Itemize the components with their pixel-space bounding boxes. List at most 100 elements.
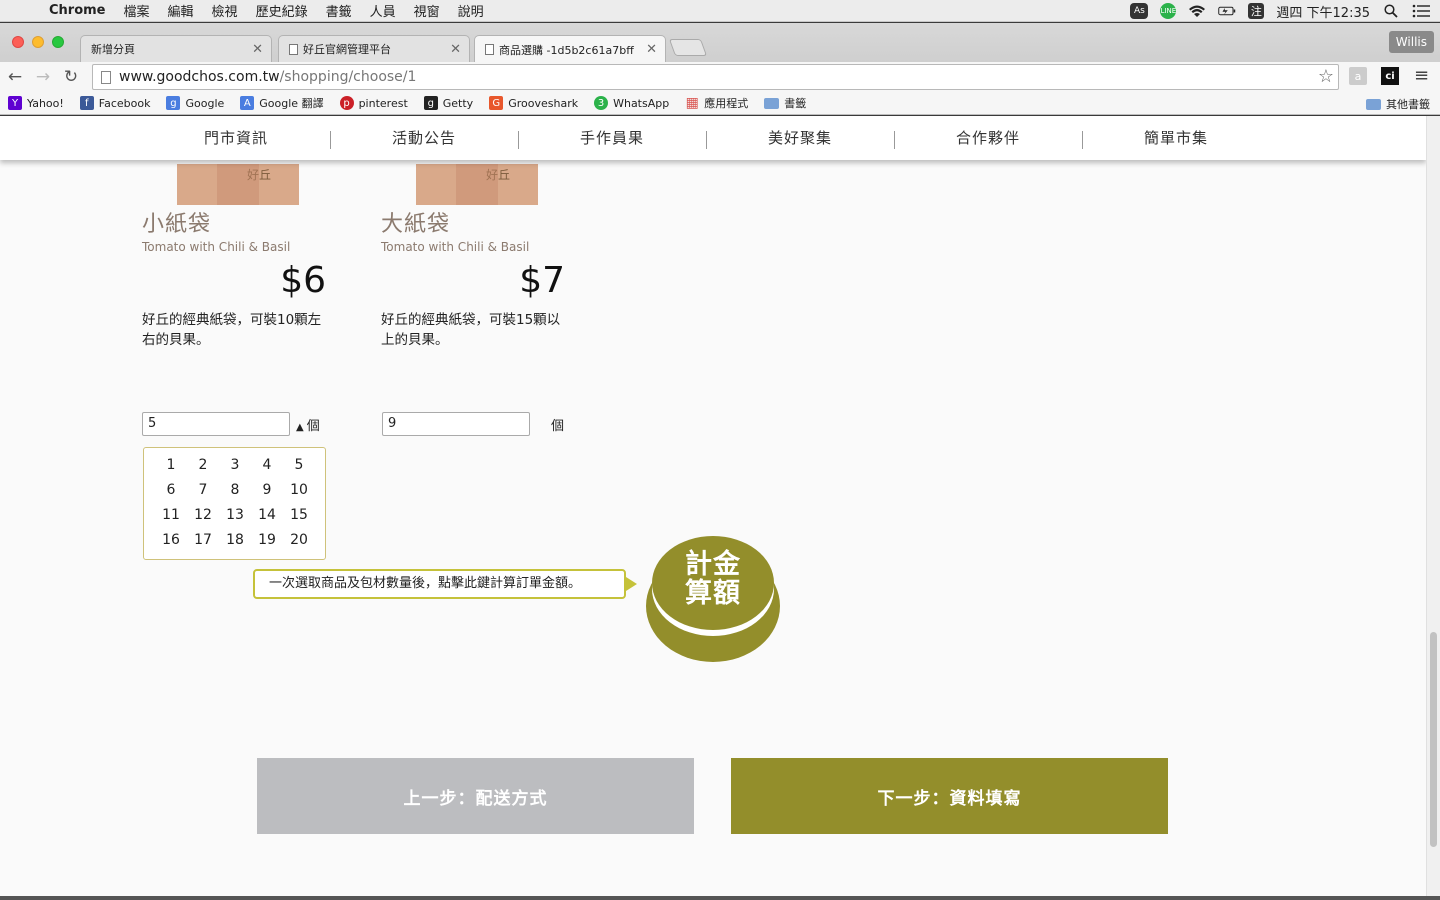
reload-icon[interactable]: ↻ xyxy=(58,67,84,87)
menu-file[interactable]: 檔案 xyxy=(115,1,159,20)
window-bottom-edge xyxy=(0,896,1440,900)
picker-option[interactable]: 4 xyxy=(251,457,283,482)
window-zoom-button[interactable] xyxy=(52,36,64,48)
nav-announcements[interactable]: 活動公告 xyxy=(330,116,518,160)
line-icon[interactable]: LINE xyxy=(1160,3,1177,19)
calculate-total-button[interactable]: 計金 算額 xyxy=(646,536,780,664)
bookmark-facebook[interactable]: f Facebook xyxy=(79,96,150,110)
picker-option[interactable]: 1 xyxy=(155,457,187,482)
tab-close-icon[interactable]: ✕ xyxy=(252,42,263,57)
menu-history[interactable]: 歷史紀錄 xyxy=(247,1,317,20)
picker-option[interactable]: 17 xyxy=(187,532,219,557)
other-bookmarks[interactable]: 其他書籤 xyxy=(1366,96,1430,112)
chrome-menu-icon[interactable]: ≡ xyxy=(1414,65,1429,86)
extension-a-icon[interactable]: a xyxy=(1349,67,1367,85)
tab-admin-platform[interactable]: 好丘官網管理平台 ✕ xyxy=(278,35,470,62)
next-step-button[interactable]: 下一步：資料填寫 xyxy=(731,758,1168,834)
tab-close-icon[interactable]: ✕ xyxy=(646,42,657,57)
picker-option[interactable]: 20 xyxy=(283,532,315,557)
bookmark-label: Getty xyxy=(442,96,474,110)
bookmark-apps[interactable]: ▦ 應用程式 xyxy=(685,95,749,111)
notification-center-icon[interactable] xyxy=(1412,3,1430,19)
back-arrow-icon[interactable]: ← xyxy=(2,67,28,87)
wifi-icon[interactable] xyxy=(1188,3,1206,19)
new-tab-button[interactable] xyxy=(668,39,708,56)
tab-close-icon[interactable]: ✕ xyxy=(450,42,461,57)
as-icon[interactable]: As xyxy=(1130,3,1149,19)
picker-option[interactable]: 3 xyxy=(219,457,251,482)
picker-option[interactable]: 2 xyxy=(187,457,219,482)
nav-gatherings[interactable]: 美好聚集 xyxy=(706,116,894,160)
calc-button-label: 計金 算額 xyxy=(646,550,780,608)
bookmark-google-translate[interactable]: A Google 翻譯 xyxy=(240,95,324,111)
dropdown-arrow-up-icon[interactable]: ▲ xyxy=(296,422,304,433)
bookmark-google[interactable]: g Google xyxy=(166,96,224,110)
bookmark-getty[interactable]: g Getty xyxy=(423,96,474,110)
bookmark-folder[interactable]: 書籤 xyxy=(764,95,806,111)
picker-option[interactable]: 12 xyxy=(187,507,219,532)
picker-option[interactable]: 8 xyxy=(219,482,251,507)
product-price: $7 xyxy=(519,260,565,301)
bookmark-star-icon[interactable]: ☆ xyxy=(1318,66,1334,87)
picker-option[interactable]: 15 xyxy=(283,507,315,532)
menubar-status-area: As LINE 注 週四 下午12:35 xyxy=(1130,0,1430,22)
bookmark-grooveshark[interactable]: G Grooveshark xyxy=(489,96,578,110)
profile-button[interactable]: Willis xyxy=(1388,31,1434,53)
page-scrollbar[interactable] xyxy=(1426,116,1440,896)
battery-icon[interactable] xyxy=(1218,3,1236,19)
product-image: 好丘 xyxy=(416,164,538,205)
picker-option[interactable]: 9 xyxy=(251,482,283,507)
picker-option[interactable]: 19 xyxy=(251,532,283,557)
picker-option[interactable]: 11 xyxy=(155,507,187,532)
product-name: 大紙袋 xyxy=(381,212,451,237)
forward-arrow-icon[interactable]: → xyxy=(30,67,56,87)
picker-option[interactable]: 13 xyxy=(219,507,251,532)
extension-ci-icon[interactable]: ci xyxy=(1381,67,1399,85)
nav-handmade-bagels[interactable]: 手作員果 xyxy=(518,116,706,160)
window-minimize-button[interactable] xyxy=(32,36,44,48)
bookmark-label: 書籤 xyxy=(784,97,807,110)
nav-partners[interactable]: 合作夥伴 xyxy=(894,116,1082,160)
menu-people[interactable]: 人員 xyxy=(361,1,405,20)
menu-edit[interactable]: 編輯 xyxy=(159,1,203,20)
picker-option[interactable]: 5 xyxy=(283,457,315,482)
unit-label: 個 xyxy=(306,419,320,434)
menu-window[interactable]: 視窗 xyxy=(405,1,449,20)
calc-label-line1: 計金 xyxy=(685,549,741,580)
bookmark-pinterest[interactable]: p pinterest xyxy=(339,96,408,110)
product-description: 好丘的經典紙袋，可裝10顆左右的貝果。 xyxy=(142,312,322,348)
menu-view[interactable]: 檢視 xyxy=(203,1,247,20)
macos-menubar: Chrome 檔案 編輯 檢視 歷史紀錄 書籤 人員 視窗 說明 As LINE… xyxy=(0,0,1440,22)
menubar-clock[interactable]: 週四 下午12:35 xyxy=(1276,2,1370,21)
yahoo-icon: Y xyxy=(8,96,22,110)
picker-option[interactable]: 16 xyxy=(155,532,187,557)
prev-step-button[interactable]: 上一步：配送方式 xyxy=(257,758,694,834)
menu-bookmarks[interactable]: 書籤 xyxy=(317,1,361,20)
scrollbar-thumb[interactable] xyxy=(1430,632,1437,847)
nav-store-info[interactable]: 門市資訊 xyxy=(142,116,330,160)
bookmark-yahoo[interactable]: Y Yahoo! xyxy=(8,96,64,110)
quantity-input[interactable]: 9 xyxy=(382,412,530,436)
spotlight-search-icon[interactable] xyxy=(1382,3,1400,19)
document-icon xyxy=(485,44,494,55)
address-bar[interactable]: www.goodchos.com.tw/shopping/choose/1 ☆ xyxy=(92,64,1339,90)
picker-option[interactable]: 6 xyxy=(155,482,187,507)
window-close-button[interactable] xyxy=(12,36,24,48)
picker-option[interactable]: 10 xyxy=(283,482,315,507)
input-method-icon[interactable]: 注 xyxy=(1248,3,1265,19)
quantity-input[interactable]: 5 xyxy=(142,412,290,436)
product-image: 好丘 xyxy=(177,164,299,205)
tab-shopping-choose[interactable]: 商品選購 -1d5b2c61a7bff ✕ xyxy=(474,35,666,63)
google-translate-icon: A xyxy=(240,96,255,110)
bookmark-whatsapp[interactable]: 3 WhatsApp xyxy=(594,96,669,110)
picker-option[interactable]: 7 xyxy=(187,482,219,507)
picker-row: 1 2 3 4 5 xyxy=(144,457,325,482)
menu-app-name[interactable]: Chrome xyxy=(40,3,115,18)
picker-option[interactable]: 14 xyxy=(251,507,283,532)
nav-simple-market[interactable]: 簡單市集 xyxy=(1082,116,1270,160)
url-host: www.goodchos.com.tw xyxy=(119,69,280,85)
menu-help[interactable]: 說明 xyxy=(449,1,493,20)
tab-new-tab[interactable]: 新增分頁 ✕ xyxy=(80,35,272,62)
calc-label-line2: 算額 xyxy=(685,578,741,609)
picker-option[interactable]: 18 xyxy=(219,532,251,557)
